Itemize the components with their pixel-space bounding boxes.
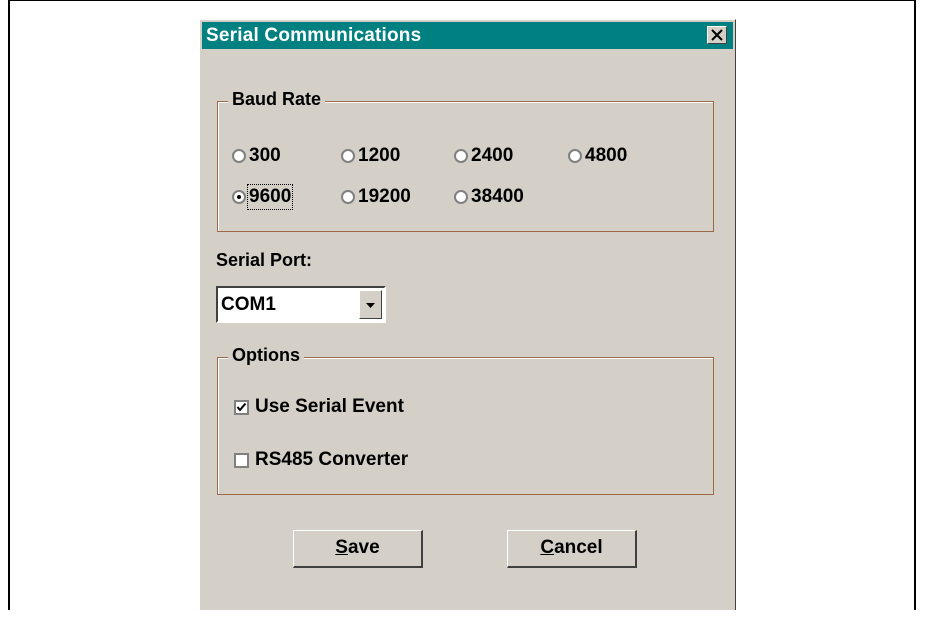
- close-icon: [711, 29, 723, 41]
- baud-radio-label: 38400: [471, 186, 524, 207]
- check-icon: [236, 402, 247, 412]
- baud-radio-label: 1200: [358, 145, 401, 166]
- baud-radio-label: 2400: [471, 145, 514, 166]
- options-group: Options Use Serial Event RS485 Converter: [217, 345, 714, 495]
- serial-port-value: COM1: [221, 294, 276, 315]
- cancel-label-rest: ancel: [554, 537, 603, 558]
- rs485-converter-label: RS485 Converter: [255, 449, 409, 470]
- radio-button-icon: [454, 149, 468, 163]
- checkbox-checked-icon: [234, 399, 249, 415]
- baud-radio-2400[interactable]: 2400: [454, 145, 513, 167]
- baud-rate-group: Baud Rate 300 1200 2400 4800 9600 19200 …: [217, 89, 714, 232]
- cancel-mnemonic: C: [540, 537, 555, 558]
- save-mnemonic: S: [335, 537, 348, 558]
- radio-button-icon: [568, 149, 582, 163]
- options-legend: Options: [228, 345, 304, 366]
- use-serial-event-label: Use Serial Event: [255, 396, 404, 417]
- cancel-button[interactable]: Cancel: [507, 530, 637, 568]
- baud-radio-label: 19200: [358, 186, 411, 207]
- save-button[interactable]: Save: [293, 530, 423, 568]
- baud-radio-label: 9600: [246, 184, 294, 210]
- use-serial-event-checkbox[interactable]: Use Serial Event: [234, 396, 404, 418]
- serial-port-label: Serial Port:: [216, 250, 313, 270]
- serial-port-select[interactable]: COM1: [216, 286, 386, 323]
- baud-radio-38400[interactable]: 38400: [454, 186, 524, 208]
- save-label-rest: ave: [347, 537, 380, 558]
- window-title: Serial Communications: [206, 25, 422, 46]
- baud-radio-9600[interactable]: 9600: [232, 184, 294, 210]
- dropdown-button[interactable]: [359, 290, 382, 319]
- title-bar[interactable]: Serial Communications: [202, 22, 733, 49]
- baud-radio-label: 4800: [585, 145, 628, 166]
- close-button[interactable]: [707, 26, 727, 44]
- radio-button-selected-icon: [232, 190, 246, 204]
- radio-button-icon: [232, 149, 246, 163]
- baud-radio-300[interactable]: 300: [232, 145, 281, 167]
- chevron-down-icon: [366, 303, 375, 308]
- radio-button-icon: [341, 190, 355, 204]
- baud-radio-1200[interactable]: 1200: [341, 145, 400, 167]
- baud-radio-19200[interactable]: 19200: [341, 186, 411, 208]
- radio-button-icon: [454, 190, 468, 204]
- checkbox-icon: [234, 452, 249, 468]
- baud-radio-label: 300: [249, 145, 281, 166]
- baud-radio-4800[interactable]: 4800: [568, 145, 627, 167]
- radio-button-icon: [341, 149, 355, 163]
- rs485-converter-checkbox[interactable]: RS485 Converter: [234, 449, 408, 471]
- serial-communications-dialog: Serial Communications Baud Rate 300 1200…: [199, 19, 736, 610]
- baud-rate-legend: Baud Rate: [228, 89, 326, 110]
